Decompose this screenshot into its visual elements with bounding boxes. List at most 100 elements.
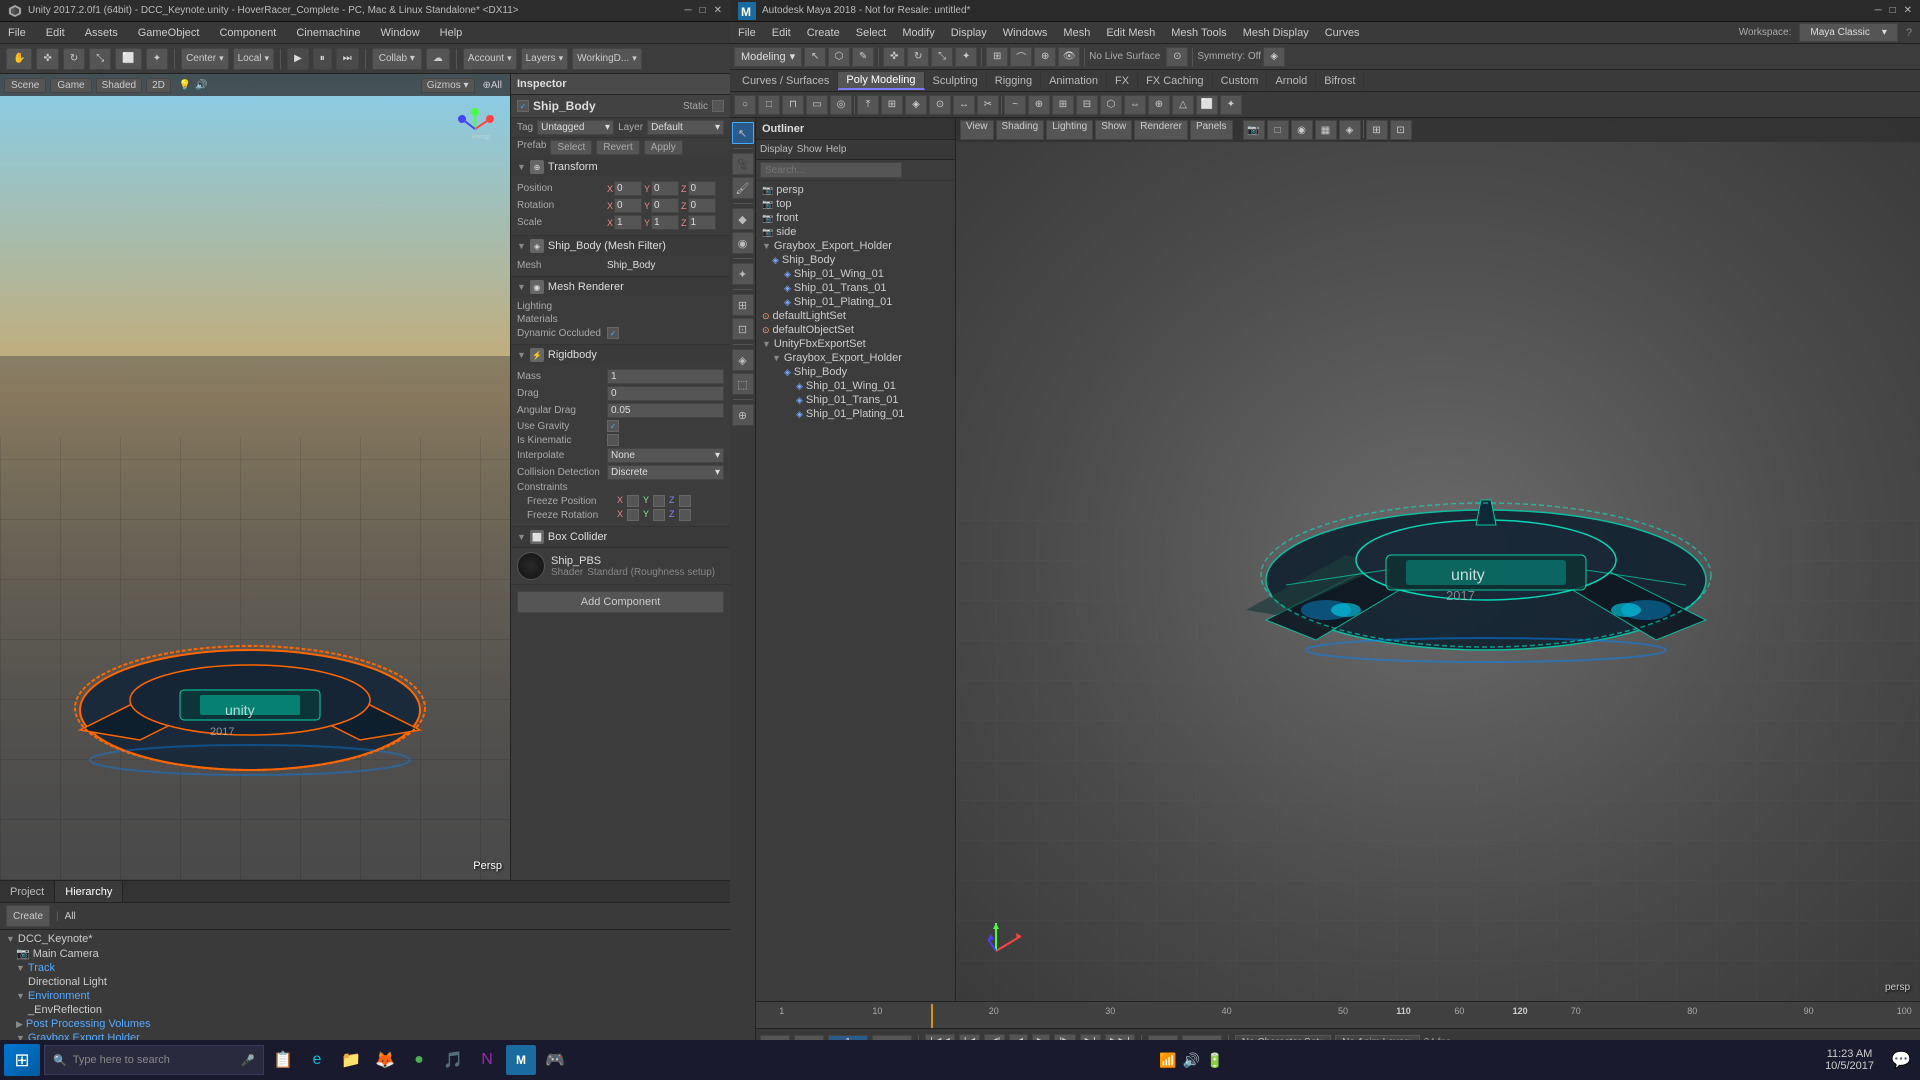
pos-x-input[interactable] [614,181,642,196]
isolate-select-btn[interactable]: ◈ [732,349,754,371]
maya-menu-mesh-display[interactable]: Mesh Display [1239,25,1313,41]
list-item[interactable]: ▼Graybox_Export_Holder [756,351,955,365]
outliner-show-menu[interactable]: Show [797,144,822,155]
pause-button[interactable]: ⏸ [313,48,332,70]
pos-z-input[interactable] [688,181,716,196]
mirror-btn[interactable]: ⇔ [1124,95,1146,115]
magnet-btn[interactable]: ⊙ [1166,47,1188,67]
layer-dropdown[interactable]: Default▾ [647,120,724,135]
freeze-rot-z[interactable] [679,509,691,521]
list-item[interactable]: 📷front [756,211,955,225]
maya-menu-select[interactable]: Select [852,25,891,41]
task-view-icon[interactable]: 📋 [268,1045,298,1075]
freeze-pos-y[interactable] [653,495,665,507]
game-controller-icon[interactable]: 🎮 [540,1045,570,1075]
scene-lighting-btn[interactable]: 💡 [179,80,191,91]
show-manip-btn[interactable]: ✦ [732,263,754,285]
menu-cinemachine[interactable]: Cinemachine [292,25,364,41]
snap-view-btn[interactable]: 👁 [1058,47,1080,67]
maya-task-icon[interactable]: M [506,1045,536,1075]
snap-curve-btn[interactable]: ⌒ [1010,47,1032,67]
vp-snap-btn[interactable]: ⊡ [1390,120,1412,140]
scale-x-input[interactable] [614,215,642,230]
tab-curves-surfaces[interactable]: Curves / Surfaces [734,73,838,89]
move-tool-btn[interactable]: ✜ [36,48,58,70]
angular-drag-input[interactable] [607,403,724,418]
outliner-search-input[interactable] [760,162,902,178]
onenote-icon[interactable]: N [472,1045,502,1075]
mesh-filter-header[interactable]: ▼ ◈ Ship_Body (Mesh Filter) [511,236,730,256]
hand-tool-btn[interactable]: ✋ [6,48,32,70]
game-tab[interactable]: Game [50,78,91,93]
center-dropdown[interactable]: Center [181,48,229,70]
menu-edit[interactable]: Edit [42,25,69,41]
dynamic-occluded-checkbox[interactable]: ✓ [607,327,619,339]
taskbar-clock[interactable]: 11:23 AM 10/5/2017 [1817,1048,1882,1072]
select-tool-btn[interactable]: ↖ [804,47,826,67]
vp-camera-icon[interactable]: 📷 [1243,120,1265,140]
loop-btn[interactable]: ↔ [953,95,975,115]
maya-menu-curves[interactable]: Curves [1321,25,1364,41]
use-gravity-checkbox[interactable]: ✓ [607,420,619,432]
list-item[interactable]: ▼UnityFbxExportSet [756,337,955,351]
freeze-pos-x[interactable] [627,495,639,507]
tab-arnold[interactable]: Arnold [1267,73,1316,89]
list-item[interactable]: ◈Ship_01_Wing_01 [756,267,955,281]
scene-shading-dropdown[interactable]: Shaded [96,78,142,93]
unity-minimize-btn[interactable]: ─ [684,5,691,16]
tab-animation[interactable]: Animation [1041,73,1107,89]
chrome-icon[interactable]: ● [404,1045,434,1075]
list-item[interactable]: ◈Ship_Body [756,253,955,267]
scale-tool-maya[interactable]: ⤡ [931,47,953,67]
tab-custom[interactable]: Custom [1213,73,1268,89]
is-kinematic-checkbox[interactable] [607,434,619,446]
mass-input[interactable] [607,369,724,384]
extrude-btn[interactable]: ⤒ [857,95,879,115]
cylinder-btn[interactable]: ⊓ [782,95,804,115]
maya-menu-edit[interactable]: Edit [768,25,795,41]
list-item[interactable]: 📷persp [756,183,955,197]
pos-y-input[interactable] [651,181,679,196]
universal-tool-maya[interactable]: ✦ [955,47,977,67]
list-item[interactable]: ▼ Track [0,961,730,975]
local-dropdown[interactable]: Local [233,48,274,70]
sphere-btn[interactable]: ○ [734,95,756,115]
collab-button[interactable]: Collab ▾ [372,48,422,70]
tab-bifrost[interactable]: Bifrost [1316,73,1364,89]
hierarchy-root[interactable]: ▼ DCC_Keynote* [0,932,730,946]
help-icon[interactable]: ? [1902,25,1916,41]
outliner-help-menu[interactable]: Help [826,144,847,155]
scale-tool-btn[interactable]: ⤡ [89,48,111,70]
vp-wireframe-btn[interactable]: □ [1267,120,1289,140]
mesh-renderer-header[interactable]: ▼ ◉ Mesh Renderer [511,277,730,297]
separate-btn[interactable]: ⊟ [1076,95,1098,115]
menu-gameobject[interactable]: GameObject [134,25,204,41]
maya-viewport[interactable]: View Shading Lighting Show Renderer Pane… [956,118,1920,1001]
hierarchy-tab[interactable]: Hierarchy [55,881,123,902]
list-item[interactable]: ▼ Environment [0,989,730,1003]
history-btn[interactable]: ⊕ [732,404,754,426]
scene-gizmo[interactable]: Persp [450,104,500,157]
tab-sculpting[interactable]: Sculpting [925,73,987,89]
scale-z-input[interactable] [688,215,716,230]
create-btn[interactable]: Create [6,905,50,927]
maya-menu-mesh-tools[interactable]: Mesh Tools [1167,25,1230,41]
menu-component[interactable]: Component [215,25,280,41]
battery-icon[interactable]: 🔋 [1206,1052,1223,1069]
grid-display-btn[interactable]: ⊞ [732,294,754,316]
maya-menu-modify[interactable]: Modify [898,25,938,41]
outliner-display-menu[interactable]: Display [760,144,793,155]
tab-rigging[interactable]: Rigging [987,73,1041,89]
unity-close-btn[interactable]: ✕ [714,5,722,16]
start-button[interactable]: ⊞ [4,1044,40,1076]
all-btn[interactable]: All [65,911,76,922]
list-item[interactable]: ⊙defaultObjectSet [756,323,955,337]
boolean-btn[interactable]: ⊕ [1028,95,1050,115]
viewport-view-menu[interactable]: View [960,120,994,140]
maya-menu-create[interactable]: Create [803,25,844,41]
freeze-rot-x[interactable] [627,509,639,521]
list-item[interactable]: ◈Ship_01_Plating_01 [756,295,955,309]
timeline-track[interactable]: 1 10 20 30 40 50 60 70 80 90 100 [756,1002,1920,1028]
vp-texture-btn[interactable]: ▦ [1315,120,1337,140]
list-item[interactable]: Directional Light [0,975,730,989]
